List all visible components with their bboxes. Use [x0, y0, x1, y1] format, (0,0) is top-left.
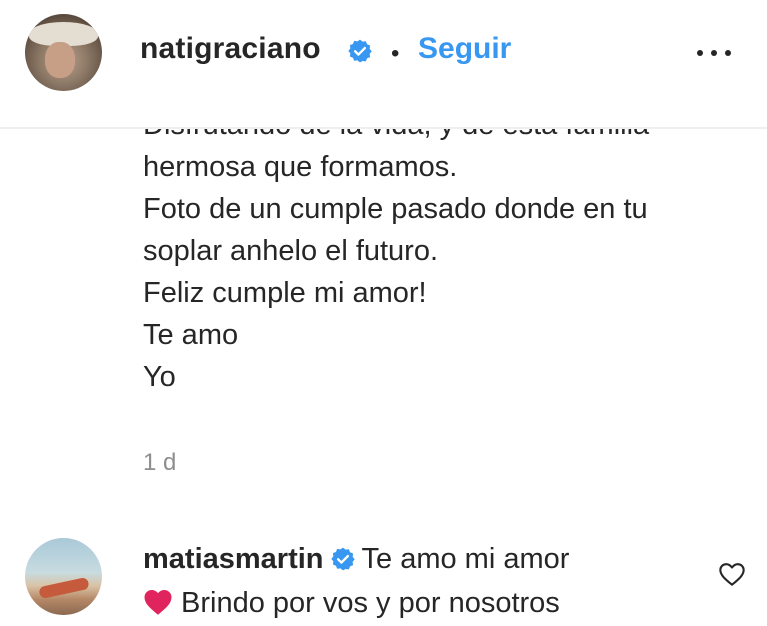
author-avatar[interactable] — [25, 14, 102, 91]
caption-line: Te amo — [143, 319, 239, 351]
separator-dot: • — [391, 40, 400, 67]
post-header: natigraciano • Seguir — [0, 0, 767, 129]
caption-line: Yo — [143, 361, 176, 393]
caption-line: Foto de un cumple pasado donde en tu — [143, 193, 648, 225]
comment-second-line: Brindo por vos y por nosotros — [143, 587, 560, 620]
post-caption: Disfrutando de la vida, y de esta famili… — [143, 104, 763, 398]
red-heart-emoji — [144, 590, 172, 615]
verified-badge-icon — [330, 547, 355, 571]
follow-button[interactable]: Seguir — [418, 32, 511, 66]
verified-badge-icon — [348, 39, 372, 63]
comment-text: Te amo mi amor — [361, 543, 570, 575]
avatar-face-shape — [45, 42, 75, 78]
caption-line: Feliz cumple mi amor! — [143, 277, 427, 309]
heart-outline-icon[interactable] — [718, 561, 746, 587]
more-dot — [697, 50, 703, 56]
caption-line: hermosa que formamos. — [143, 151, 458, 183]
comment-text: Brindo por vos y por nosotros — [181, 587, 560, 619]
avatar-figure-shape — [38, 576, 90, 600]
caption-line: soplar anhelo el futuro. — [143, 235, 439, 267]
commenter-username[interactable]: matiasmartin — [143, 543, 324, 575]
more-dot — [711, 50, 717, 56]
commenter-avatar[interactable] — [25, 538, 102, 615]
author-username[interactable]: natigraciano — [140, 32, 321, 66]
more-options-icon[interactable] — [694, 36, 734, 66]
comment-first-line: matiasmartin Te amo mi amor — [143, 543, 569, 576]
post-timestamp[interactable]: 1 d — [143, 449, 176, 477]
more-dot — [725, 50, 731, 56]
